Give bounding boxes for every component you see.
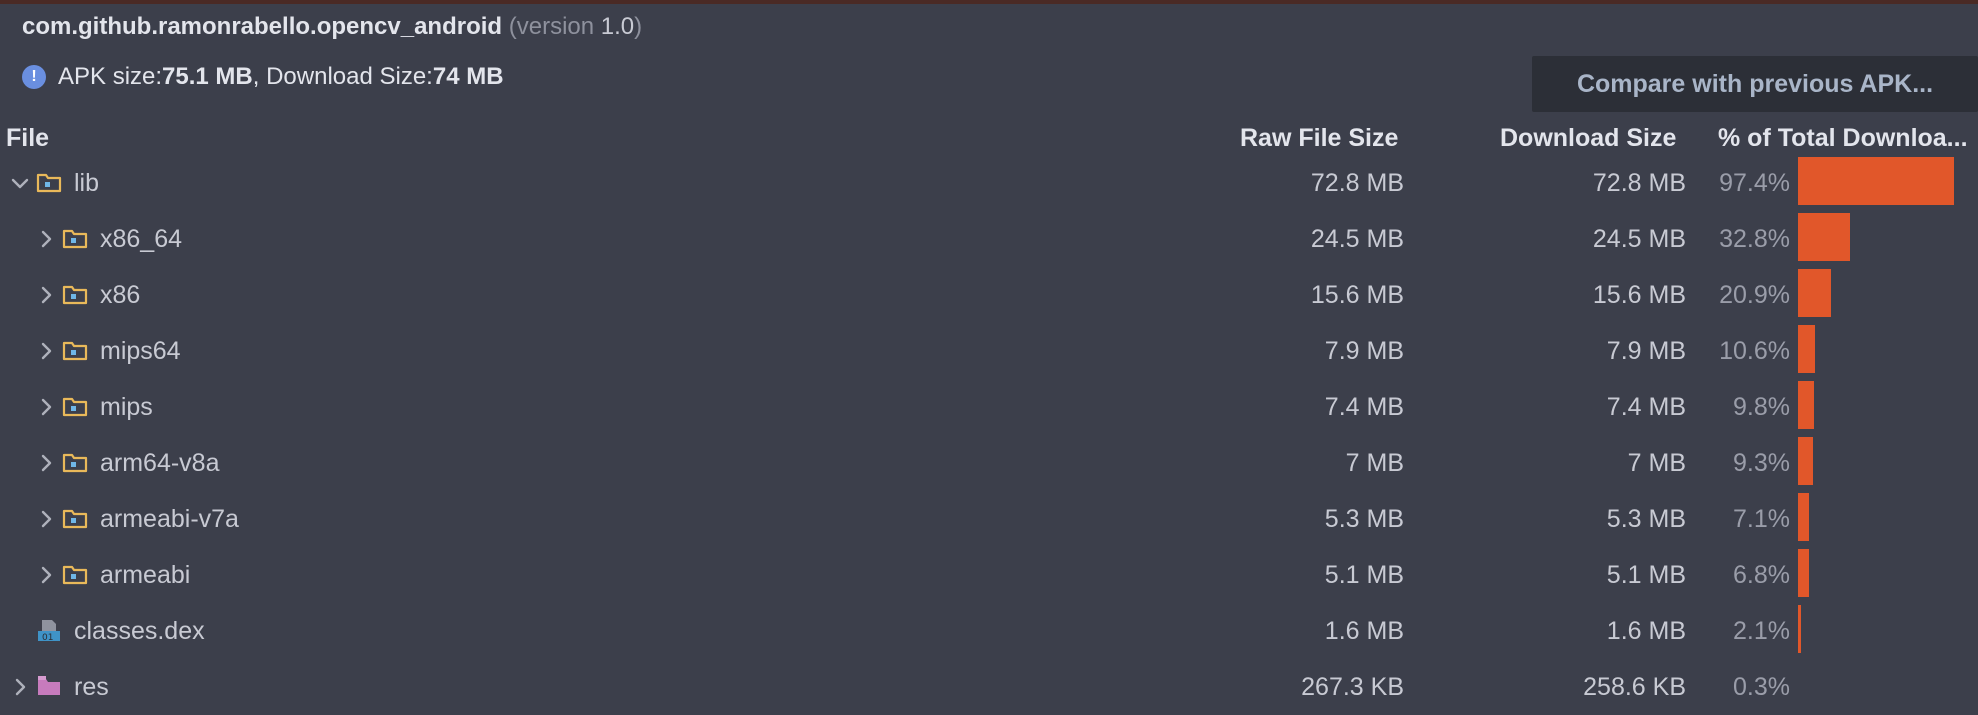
tree-row-x86-64[interactable]: x86_64 24.5 MB 24.5 MB 32.8% [0, 211, 1978, 267]
folder-icon [62, 282, 88, 306]
column-header-percent-total[interactable]: % of Total Downloa... [1718, 122, 1978, 154]
file-name: res [74, 673, 109, 701]
raw-file-size: 267.3 KB [1301, 673, 1404, 701]
tree-row-res[interactable]: res 267.3 KB 258.6 KB 0.3% [0, 659, 1978, 715]
tree-row-mips[interactable]: mips 7.4 MB 7.4 MB 9.8% [0, 379, 1978, 435]
raw-file-size: 5.3 MB [1324, 505, 1404, 533]
percent-of-total: 10.6% [1719, 337, 1790, 365]
raw-file-size: 1.6 MB [1324, 617, 1404, 645]
percent-of-total: 6.8% [1733, 561, 1790, 589]
download-share-bar [1798, 157, 1954, 205]
compare-apk-button[interactable]: Compare with previous APK... [1532, 56, 1978, 112]
raw-file-size: 7.9 MB [1324, 337, 1404, 365]
folder-icon [36, 170, 62, 194]
download-size: 7.9 MB [1606, 337, 1686, 365]
download-size: 7.4 MB [1606, 393, 1686, 421]
chevron-down-icon[interactable] [8, 171, 32, 195]
download-size-value: 74 MB [432, 63, 504, 90]
raw-file-size: 7 MB [1345, 449, 1404, 477]
download-share-bar [1798, 381, 1814, 429]
percent-of-total: 7.1% [1733, 505, 1790, 533]
folder-icon [62, 226, 88, 250]
tree-row-arm64-v8a[interactable]: arm64-v8a 7 MB 7 MB 9.3% [0, 435, 1978, 491]
column-header-raw-size[interactable]: Raw File Size [1240, 122, 1398, 154]
raw-file-size: 24.5 MB [1310, 225, 1404, 253]
percent-of-total: 9.8% [1733, 393, 1790, 421]
download-size: 5.1 MB [1606, 561, 1686, 589]
percent-of-total: 0.3% [1733, 673, 1790, 701]
raw-file-size: 72.8 MB [1310, 169, 1404, 197]
file-name: arm64-v8a [100, 449, 220, 477]
chevron-right-icon[interactable] [34, 563, 58, 587]
dex-file-icon: 01 [36, 618, 62, 643]
download-size: 258.6 KB [1583, 673, 1686, 701]
tree-row-x86[interactable]: x86 15.6 MB 15.6 MB 20.9% [0, 267, 1978, 323]
apk-size-value: 75.1 MB [162, 63, 253, 90]
svg-text:01: 01 [42, 633, 53, 642]
percent-of-total: 2.1% [1733, 617, 1790, 645]
download-share-bar [1798, 325, 1815, 373]
window-top-border [0, 0, 1978, 4]
download-share-bar [1798, 437, 1813, 485]
folder-icon [62, 562, 88, 586]
raw-file-size: 5.1 MB [1324, 561, 1404, 589]
download-share-bar [1798, 605, 1801, 653]
file-name: lib [74, 169, 100, 197]
column-header-download-size[interactable]: Download Size [1500, 122, 1676, 154]
file-name: x86 [100, 281, 141, 309]
percent-of-total: 20.9% [1719, 281, 1790, 309]
res-folder-icon [36, 674, 62, 698]
raw-file-size: 15.6 MB [1310, 281, 1404, 309]
chevron-right-icon[interactable] [34, 507, 58, 531]
version-label: (version 1.0) [509, 13, 642, 40]
chevron-right-icon[interactable] [34, 227, 58, 251]
file-name: x86_64 [100, 225, 183, 253]
column-header-file[interactable]: File [6, 122, 49, 154]
file-name: mips [100, 393, 153, 421]
version-number: 1.0 [600, 13, 635, 40]
info-icon: ! [22, 65, 46, 89]
file-name: classes.dex [74, 617, 205, 645]
tree-row-lib[interactable]: lib 72.8 MB 72.8 MB 97.4% [0, 155, 1978, 211]
download-size: 5.3 MB [1606, 505, 1686, 533]
apk-size-label: APK size: [58, 63, 163, 90]
chevron-right-icon[interactable] [8, 675, 32, 699]
file-name: armeabi [100, 561, 191, 589]
download-size: 1.6 MB [1606, 617, 1686, 645]
file-tree-table: lib 72.8 MB 72.8 MB 97.4% x86_64 24.5 MB 24.5 … [0, 155, 1978, 715]
chevron-right-icon[interactable] [34, 451, 58, 475]
folder-icon [62, 394, 88, 418]
version-close: ) [634, 13, 643, 40]
chevron-right-icon[interactable] [34, 395, 58, 419]
raw-file-size: 7.4 MB [1324, 393, 1404, 421]
tree-row-classes-dex[interactable]: 01 classes.dex 1.6 MB 1.6 MB 2.1% [0, 603, 1978, 659]
chevron-right-icon[interactable] [34, 339, 58, 363]
version-open: (version [508, 13, 601, 40]
download-share-bar [1798, 493, 1809, 541]
download-size: 72.8 MB [1592, 169, 1686, 197]
download-size: 7 MB [1627, 449, 1686, 477]
tree-row-armeabi-v7a[interactable]: armeabi-v7a 5.3 MB 5.3 MB 7.1% [0, 491, 1978, 547]
tree-row-mips64[interactable]: mips64 7.9 MB 7.9 MB 10.6% [0, 323, 1978, 379]
apk-header: com.github.ramonrabello.opencv_android (… [22, 12, 642, 42]
percent-of-total: 97.4% [1719, 169, 1790, 197]
tree-row-armeabi[interactable]: armeabi 5.1 MB 5.1 MB 6.8% [0, 547, 1978, 603]
file-name: mips64 [100, 337, 181, 365]
download-share-bar [1798, 213, 1850, 261]
download-share-bar [1798, 269, 1831, 317]
chevron-right-icon[interactable] [34, 283, 58, 307]
package-name: com.github.ramonrabello.opencv_android [22, 13, 503, 40]
download-size: 15.6 MB [1592, 281, 1686, 309]
percent-of-total: 32.8% [1719, 225, 1790, 253]
percent-of-total: 9.3% [1733, 449, 1790, 477]
folder-icon [62, 450, 88, 474]
file-name: armeabi-v7a [100, 505, 239, 533]
download-size-label: , Download Size: [252, 63, 433, 90]
folder-icon [62, 506, 88, 530]
apk-size-summary: ! APK size: 75.1 MB, Download Size: 74 M… [22, 61, 504, 93]
folder-icon [62, 338, 88, 362]
download-size: 24.5 MB [1592, 225, 1686, 253]
download-share-bar [1798, 549, 1809, 597]
